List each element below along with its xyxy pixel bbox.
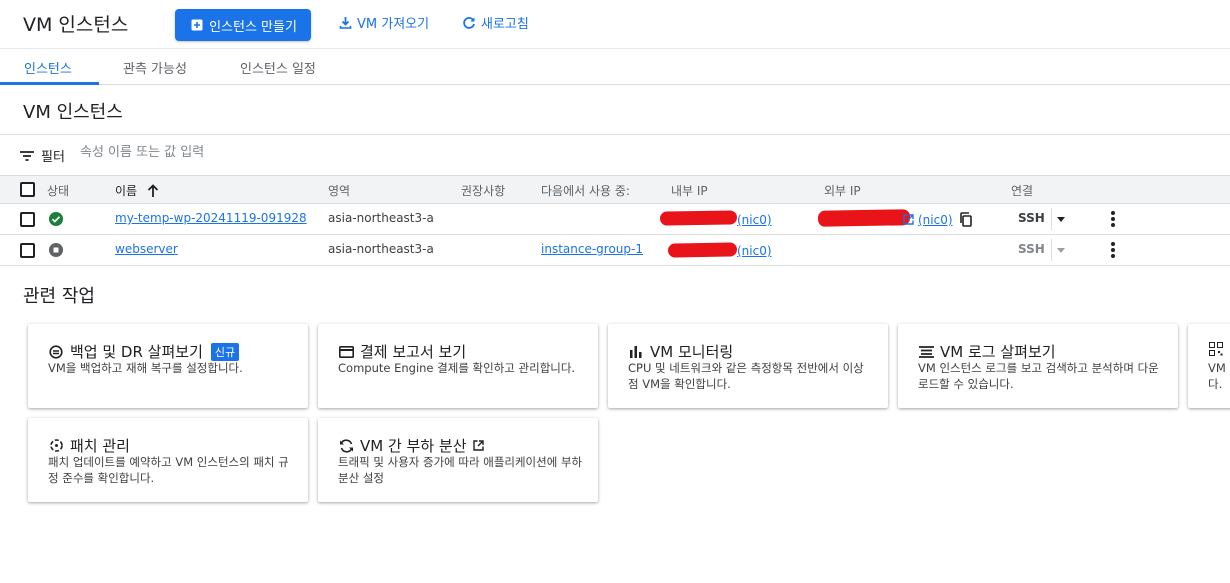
instance-group-link[interactable]: instance-group-1 bbox=[541, 242, 643, 256]
import-vm-button[interactable]: VM 가져오기 bbox=[337, 13, 429, 32]
page-title: VM 인스턴스 bbox=[23, 14, 129, 36]
instance-name-link[interactable]: my-temp-wp-20241119-091928 bbox=[115, 211, 307, 225]
row-checkbox[interactable] bbox=[20, 212, 35, 227]
column-status: 상태 bbox=[47, 184, 70, 198]
related-actions-title: 관련 작업 bbox=[23, 286, 95, 307]
column-in-use-by: 다음에서 사용 중: bbox=[541, 184, 630, 198]
card-partial[interactable]: VM 다. bbox=[1188, 324, 1230, 408]
internal-nic-link[interactable]: (nic0) bbox=[737, 213, 772, 227]
tab-instances[interactable]: 인스턴스 bbox=[24, 58, 72, 77]
open-in-new-icon bbox=[472, 440, 484, 451]
card-vm-monitoring[interactable]: VM 모니터링 CPU 및 네트워크와 같은 측정항목 전반에서 이상점 VM을… bbox=[608, 324, 888, 408]
new-badge: 신규 bbox=[210, 342, 240, 361]
qr-icon bbox=[1208, 341, 1224, 357]
card-backup-dr[interactable]: 백업 및 DR 살펴보기 신규 VM을 백업하고 재해 복구를 설정합니다. bbox=[28, 324, 308, 408]
filter-label[interactable]: 필터 bbox=[41, 146, 65, 165]
column-connect: 연결 bbox=[1011, 184, 1034, 198]
card-description: VM 인스턴스 로그를 보고 검색하고 분석하며 다운로드할 수 있습니다. bbox=[918, 361, 1159, 391]
download-icon bbox=[337, 15, 353, 31]
card-description: 패치 업데이트를 예약하고 VM 인스턴스의 패치 규정 준수를 확인합니다. bbox=[48, 455, 289, 485]
refresh-label: 새로고침 bbox=[481, 17, 529, 32]
active-tab-indicator bbox=[0, 82, 99, 85]
top-bar: VM 인스턴스 인스턴스 만들기 VM 가져오기 새로고침 bbox=[0, 0, 1230, 48]
redacted-external-ip bbox=[817, 209, 911, 227]
card-description: VM 다. bbox=[1208, 361, 1226, 391]
column-zone: 영역 bbox=[328, 184, 351, 198]
card-load-balancing[interactable]: VM 간 부하 분산 트래픽 및 사용자 증가에 따라 애플리케이션에 부하 분… bbox=[318, 418, 598, 502]
open-in-new-icon[interactable] bbox=[903, 214, 914, 229]
column-internal-ip: 내부 IP bbox=[671, 184, 708, 198]
tab-bar: 인스턴스 관측 가능성 인스턴스 일정 bbox=[0, 48, 1230, 85]
add-box-icon bbox=[189, 17, 205, 33]
refresh-button[interactable]: 새로고침 bbox=[461, 13, 529, 32]
external-nic-link[interactable]: (nic0) bbox=[918, 213, 953, 227]
card-title: VM 모니터링 bbox=[650, 343, 734, 361]
card-title: 결제 보고서 보기 bbox=[360, 343, 467, 361]
card-description: VM을 백업하고 재해 복구를 설정합니다. bbox=[48, 361, 243, 375]
refresh-icon bbox=[461, 15, 477, 31]
row-checkbox[interactable] bbox=[20, 243, 35, 258]
more-actions-icon[interactable] bbox=[1111, 211, 1115, 229]
card-title: VM 간 부하 분산 bbox=[360, 437, 467, 455]
card-description: CPU 및 네트워크와 같은 측정항목 전반에서 이상점 VM을 확인합니다. bbox=[628, 361, 864, 391]
ssh-dropdown-caret-icon bbox=[1057, 248, 1065, 253]
redacted-internal-ip bbox=[667, 242, 738, 258]
table-header: 상태 이름 영역 권장사항 다음에서 사용 중: 내부 IP 외부 IP 연결 bbox=[0, 175, 1230, 204]
sort-arrow-up-icon[interactable] bbox=[147, 184, 159, 200]
table-row: my-temp-wp-20241119-091928 asia-northeas… bbox=[0, 204, 1230, 235]
sync-icon bbox=[338, 438, 354, 454]
logs-icon bbox=[918, 344, 934, 360]
card-title: VM 로그 살펴보기 bbox=[940, 343, 1056, 361]
create-instance-label: 인스턴스 만들기 bbox=[209, 19, 297, 35]
internal-nic-link[interactable]: (nic0) bbox=[737, 244, 772, 258]
redacted-internal-ip bbox=[659, 210, 738, 226]
create-instance-button[interactable]: 인스턴스 만들기 bbox=[175, 9, 311, 41]
column-external-ip: 외부 IP bbox=[824, 184, 861, 198]
status-running-icon bbox=[49, 212, 63, 226]
section-title: VM 인스턴스 bbox=[23, 102, 123, 123]
card-title: 패치 관리 bbox=[70, 437, 130, 455]
card-description: 트래픽 및 사용자 증가에 따라 애플리케이션에 부하 분산 설정 bbox=[338, 455, 583, 485]
filter-icon[interactable] bbox=[20, 150, 34, 165]
ssh-button: SSH bbox=[1018, 242, 1045, 256]
table-row: webserver asia-northeast3-a instance-gro… bbox=[0, 235, 1230, 266]
instance-zone: asia-northeast3-a bbox=[328, 211, 434, 225]
filter-input[interactable] bbox=[80, 145, 480, 160]
column-name[interactable]: 이름 bbox=[115, 182, 159, 200]
tab-observability[interactable]: 관측 가능성 bbox=[123, 58, 187, 77]
column-recommendation: 권장사항 bbox=[461, 184, 506, 198]
filter-bar: 필터 bbox=[0, 135, 1230, 175]
patch-icon bbox=[48, 438, 64, 454]
card-description: Compute Engine 결제를 확인하고 관리합니다. bbox=[338, 361, 576, 375]
import-vm-label: VM 가져오기 bbox=[357, 17, 430, 32]
card-patch-management[interactable]: 패치 관리 패치 업데이트를 예약하고 VM 인스턴스의 패치 규정 준수를 확… bbox=[28, 418, 308, 502]
more-actions-icon[interactable] bbox=[1111, 242, 1115, 260]
status-stopped-icon bbox=[49, 243, 63, 257]
ssh-divider bbox=[1051, 208, 1052, 230]
ssh-divider bbox=[1051, 239, 1052, 261]
card-vm-logs[interactable]: VM 로그 살펴보기 VM 인스턴스 로그를 보고 검색하고 분석하며 다운로드… bbox=[898, 324, 1178, 408]
select-all-checkbox[interactable] bbox=[20, 182, 35, 197]
instance-zone: asia-northeast3-a bbox=[328, 242, 434, 256]
card-billing-report[interactable]: 결제 보고서 보기 Compute Engine 결제를 확인하고 관리합니다. bbox=[318, 324, 598, 408]
billing-icon bbox=[338, 344, 354, 360]
instance-name-link[interactable]: webserver bbox=[115, 242, 178, 256]
copy-icon[interactable] bbox=[959, 212, 972, 231]
column-name-label: 이름 bbox=[115, 184, 138, 198]
ssh-dropdown-caret-icon[interactable] bbox=[1057, 217, 1065, 222]
ssh-button[interactable]: SSH bbox=[1018, 211, 1045, 225]
backup-icon bbox=[48, 344, 64, 360]
chart-icon bbox=[628, 344, 644, 360]
tab-instance-schedule[interactable]: 인스턴스 일정 bbox=[240, 58, 316, 77]
card-title: 백업 및 DR 살펴보기 bbox=[70, 343, 203, 361]
